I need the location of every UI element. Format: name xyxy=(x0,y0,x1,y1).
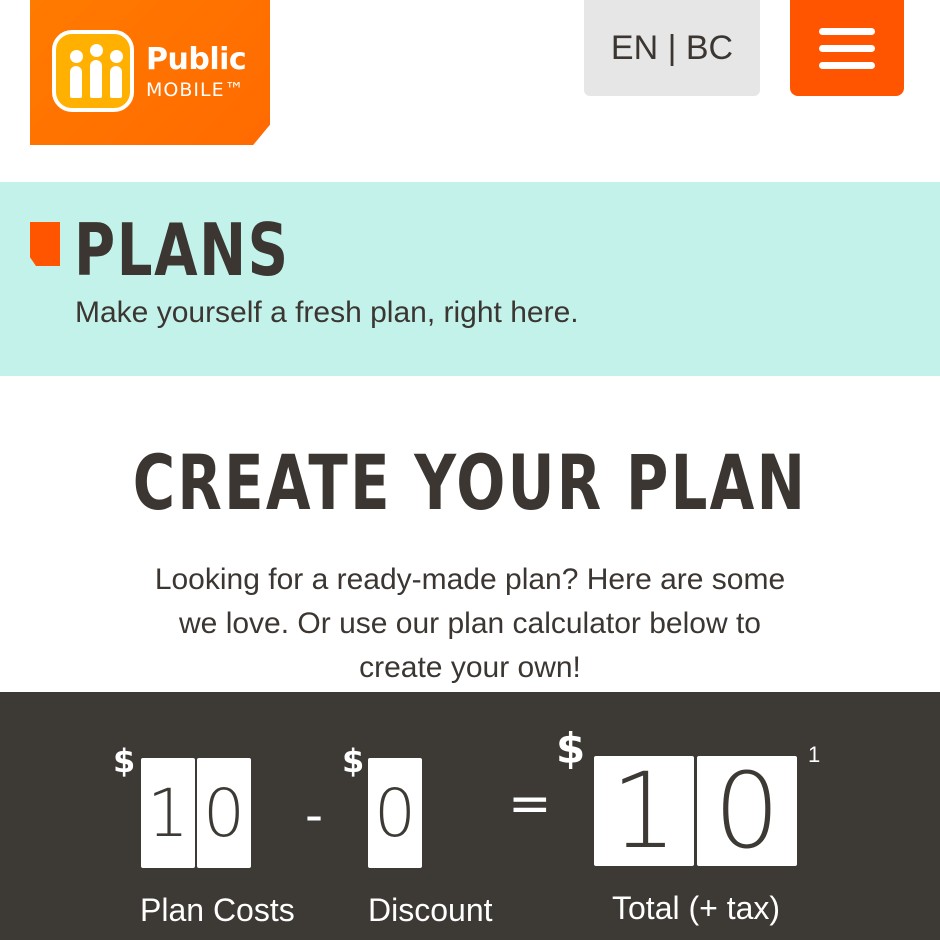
plan-calculator: $ 1 0 Plan Costs - $ 0 Discount = $ 1 0 … xyxy=(0,692,940,940)
equals-operator: = xyxy=(508,774,552,834)
minus-operator: - xyxy=(305,786,324,844)
total-digit: 1 xyxy=(594,750,694,872)
plan-cost-digit: 0 xyxy=(197,758,251,868)
discount-digit: 0 xyxy=(368,758,422,868)
plan-costs-label: Plan Costs xyxy=(140,892,295,928)
total-digit: 0 xyxy=(697,750,797,872)
site-header: Public MOBILE™ EN | BC xyxy=(0,0,940,182)
total-footnote-marker[interactable]: 1 xyxy=(808,742,820,768)
hamburger-menu-icon xyxy=(819,28,875,35)
create-plan-description: Looking for a ready-made plan? Here are … xyxy=(154,563,786,684)
plans-banner: PLANS Make yourself a fresh plan, right … xyxy=(0,182,940,376)
create-plan-heading: CREATE YOUR PLAN xyxy=(132,438,808,527)
total-label: Total (+ tax) xyxy=(612,890,781,926)
plan-cost-currency-symbol: $ xyxy=(113,742,136,780)
hamburger-menu-icon-bar xyxy=(819,45,875,52)
public-mobile-logo[interactable]: Public MOBILE™ xyxy=(30,0,270,145)
discount-label: Discount xyxy=(368,892,493,928)
plan-cost-digit: 1 xyxy=(141,758,195,868)
hamburger-menu-icon-bar xyxy=(819,62,875,69)
discount-currency-symbol: $ xyxy=(342,742,365,780)
banner-accent-marker xyxy=(30,222,60,266)
logo-wordmark-mobile: MOBILE™ xyxy=(146,79,245,101)
menu-button[interactable] xyxy=(790,0,904,96)
total-currency-symbol: $ xyxy=(556,724,586,773)
language-region-button[interactable]: EN | BC xyxy=(584,0,760,96)
page-subtitle: Make yourself a fresh plan, right here. xyxy=(75,296,579,329)
page-title: PLANS xyxy=(74,208,290,292)
people-logo-icon xyxy=(52,30,134,112)
logo-wordmark-public: Public xyxy=(146,42,247,77)
